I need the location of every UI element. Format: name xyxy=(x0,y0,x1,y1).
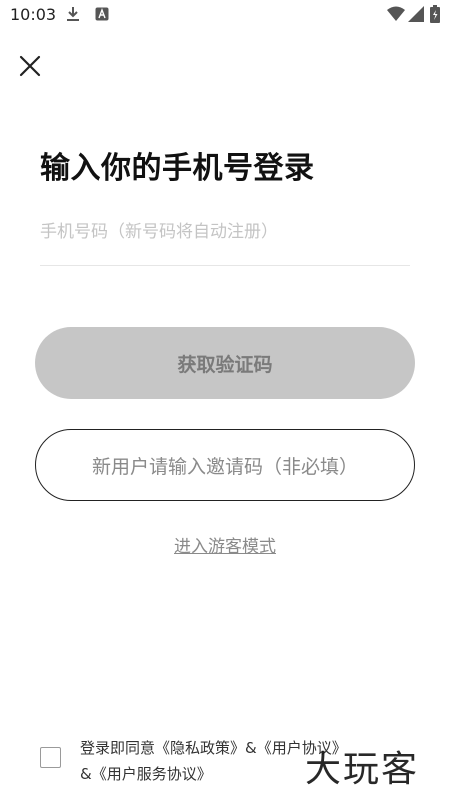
status-time: 10:03 xyxy=(10,5,57,24)
download-icon xyxy=(66,6,80,26)
watermark-logo: 大玩客 xyxy=(305,749,420,790)
notification-a-icon xyxy=(95,6,109,25)
phone-input[interactable] xyxy=(40,212,410,252)
wifi-icon xyxy=(387,6,405,26)
agreement-amp-2: & xyxy=(80,765,92,783)
signal-icon xyxy=(408,6,424,26)
invite-code-button[interactable]: 新用户请输入邀请码（非必填） xyxy=(35,429,415,501)
input-divider xyxy=(40,265,410,266)
close-icon xyxy=(19,55,41,77)
invite-code-label: 新用户请输入邀请码（非必填） xyxy=(91,455,358,478)
battery-icon xyxy=(430,5,440,27)
close-button[interactable] xyxy=(14,50,46,82)
service-agreement-link[interactable]: 《用户服务协议》 xyxy=(92,765,212,783)
agreement-amp-1: & xyxy=(245,739,257,757)
agreement-prefix: 登录即同意 xyxy=(80,739,156,757)
guest-mode-link[interactable]: 进入游客模式 xyxy=(0,532,450,557)
get-code-label: 获取验证码 xyxy=(177,353,273,376)
agreement-checkbox[interactable] xyxy=(40,747,61,768)
status-bar: 10:03 xyxy=(0,0,450,30)
privacy-policy-link[interactable]: 《隐私政策》 xyxy=(155,739,245,757)
get-verification-code-button[interactable]: 获取验证码 xyxy=(35,327,415,399)
page-title: 输入你的手机号登录 xyxy=(40,151,315,186)
